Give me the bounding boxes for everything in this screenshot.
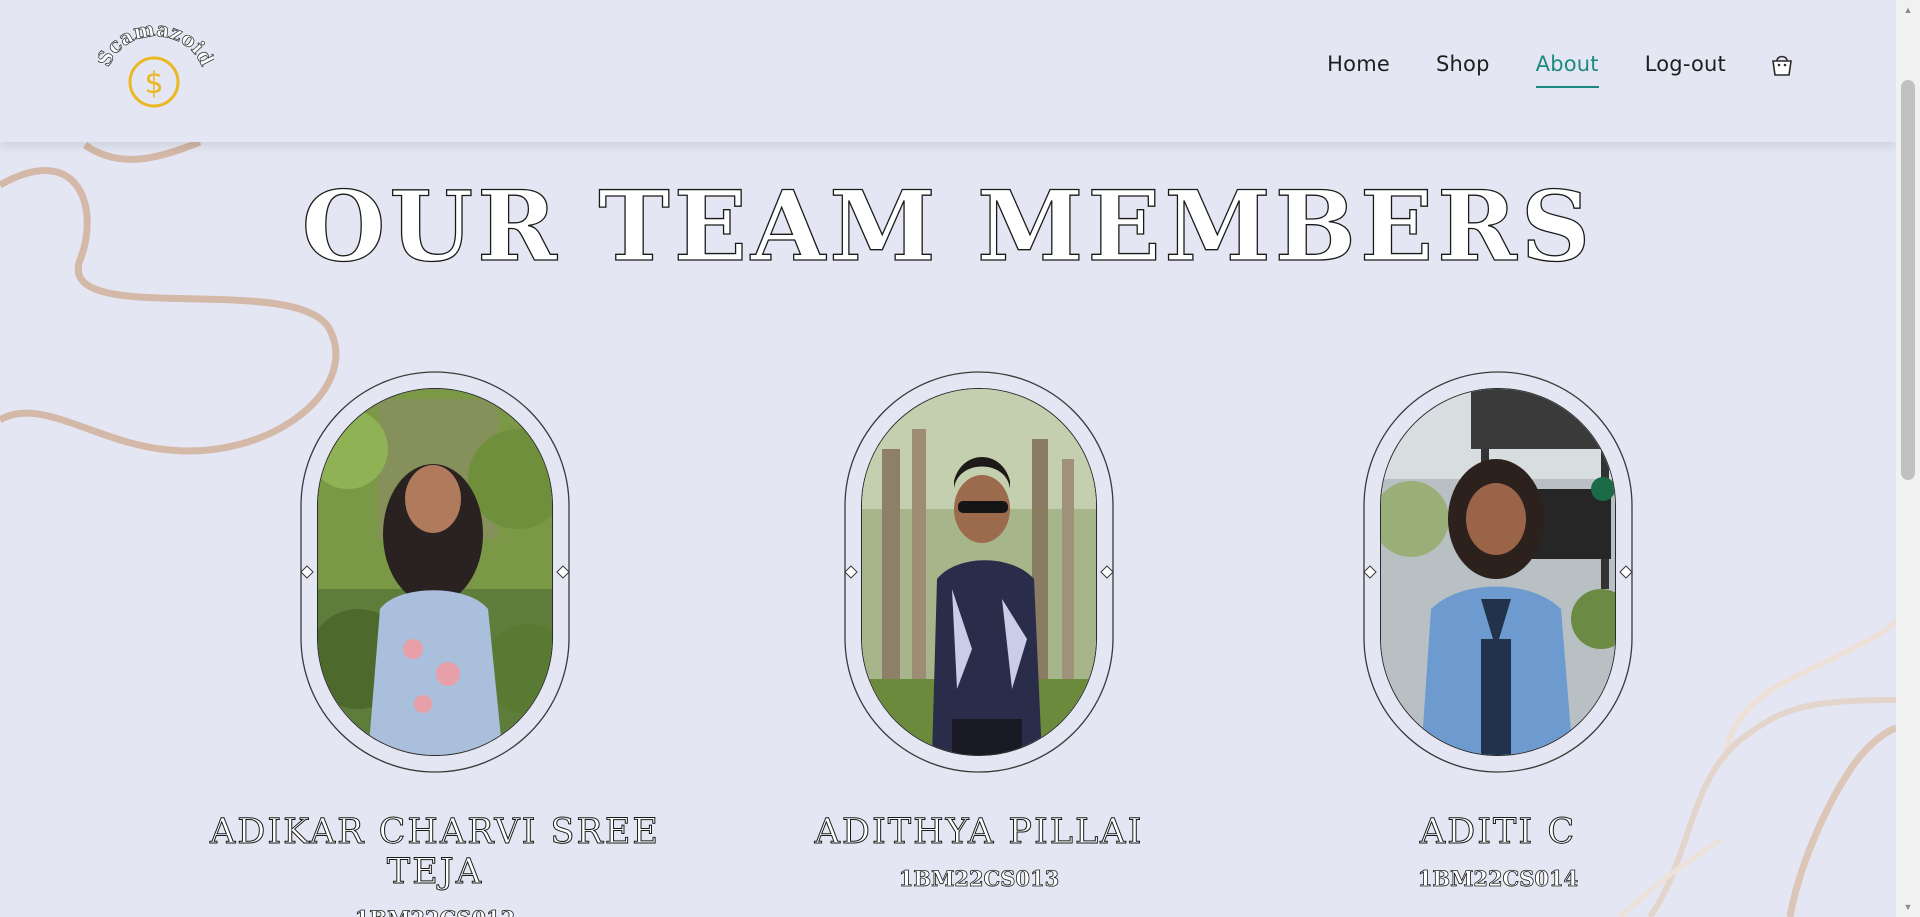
scroll-down-icon[interactable]: ▼ [1896, 899, 1920, 915]
member-name: ADITHYA PILLAI [814, 812, 1144, 853]
photo-frame [299, 370, 571, 774]
member-photo [317, 388, 553, 756]
team-member-card: ADITHYA PILLAI 1BM22CS013 [719, 370, 1239, 891]
photo-frame [1362, 370, 1634, 774]
nav-home[interactable]: Home [1327, 52, 1390, 76]
shopping-bag-icon[interactable] [1768, 50, 1796, 78]
member-name: ADIKAR CHARVI SREE TEJA [210, 812, 660, 893]
scroll-up-icon[interactable]: ▲ [1896, 2, 1920, 18]
nav-logout[interactable]: Log-out [1645, 52, 1726, 76]
page-scrollbar[interactable]: ▲ ▼ [1896, 0, 1920, 917]
member-photo [1380, 388, 1616, 756]
svg-text:Scamazoid: Scamazoid [98, 24, 214, 70]
main-nav: Home Shop About Log-out [1281, 50, 1796, 88]
scrollbar-thumb[interactable] [1901, 80, 1915, 480]
svg-text:$: $ [144, 66, 163, 101]
member-name: ADITI C [1419, 812, 1577, 853]
nav-shop[interactable]: Shop [1436, 52, 1490, 76]
brand-logo[interactable]: Scamazoid $ [91, 16, 220, 114]
photo-frame [843, 370, 1115, 774]
nav-about[interactable]: About [1535, 52, 1599, 88]
site-header: Scamazoid $ Home Shop About Log-out [0, 0, 1896, 142]
team-member-card: ADITI C 1BM22CS014 [1238, 370, 1758, 891]
dollar-coin-icon: $ [128, 56, 180, 108]
member-id: 1BM22CS013 [898, 866, 1060, 892]
page-title: OUR TEAM MEMBERS [301, 169, 1595, 283]
team-member-card: ADIKAR CHARVI SREE TEJA 1BM22CS012 [175, 370, 695, 917]
member-photo [861, 388, 1097, 756]
member-id: 1BM22CS012 [175, 906, 695, 917]
member-id: 1BM22CS014 [1417, 866, 1579, 892]
logo-text: Scamazoid [91, 16, 220, 70]
